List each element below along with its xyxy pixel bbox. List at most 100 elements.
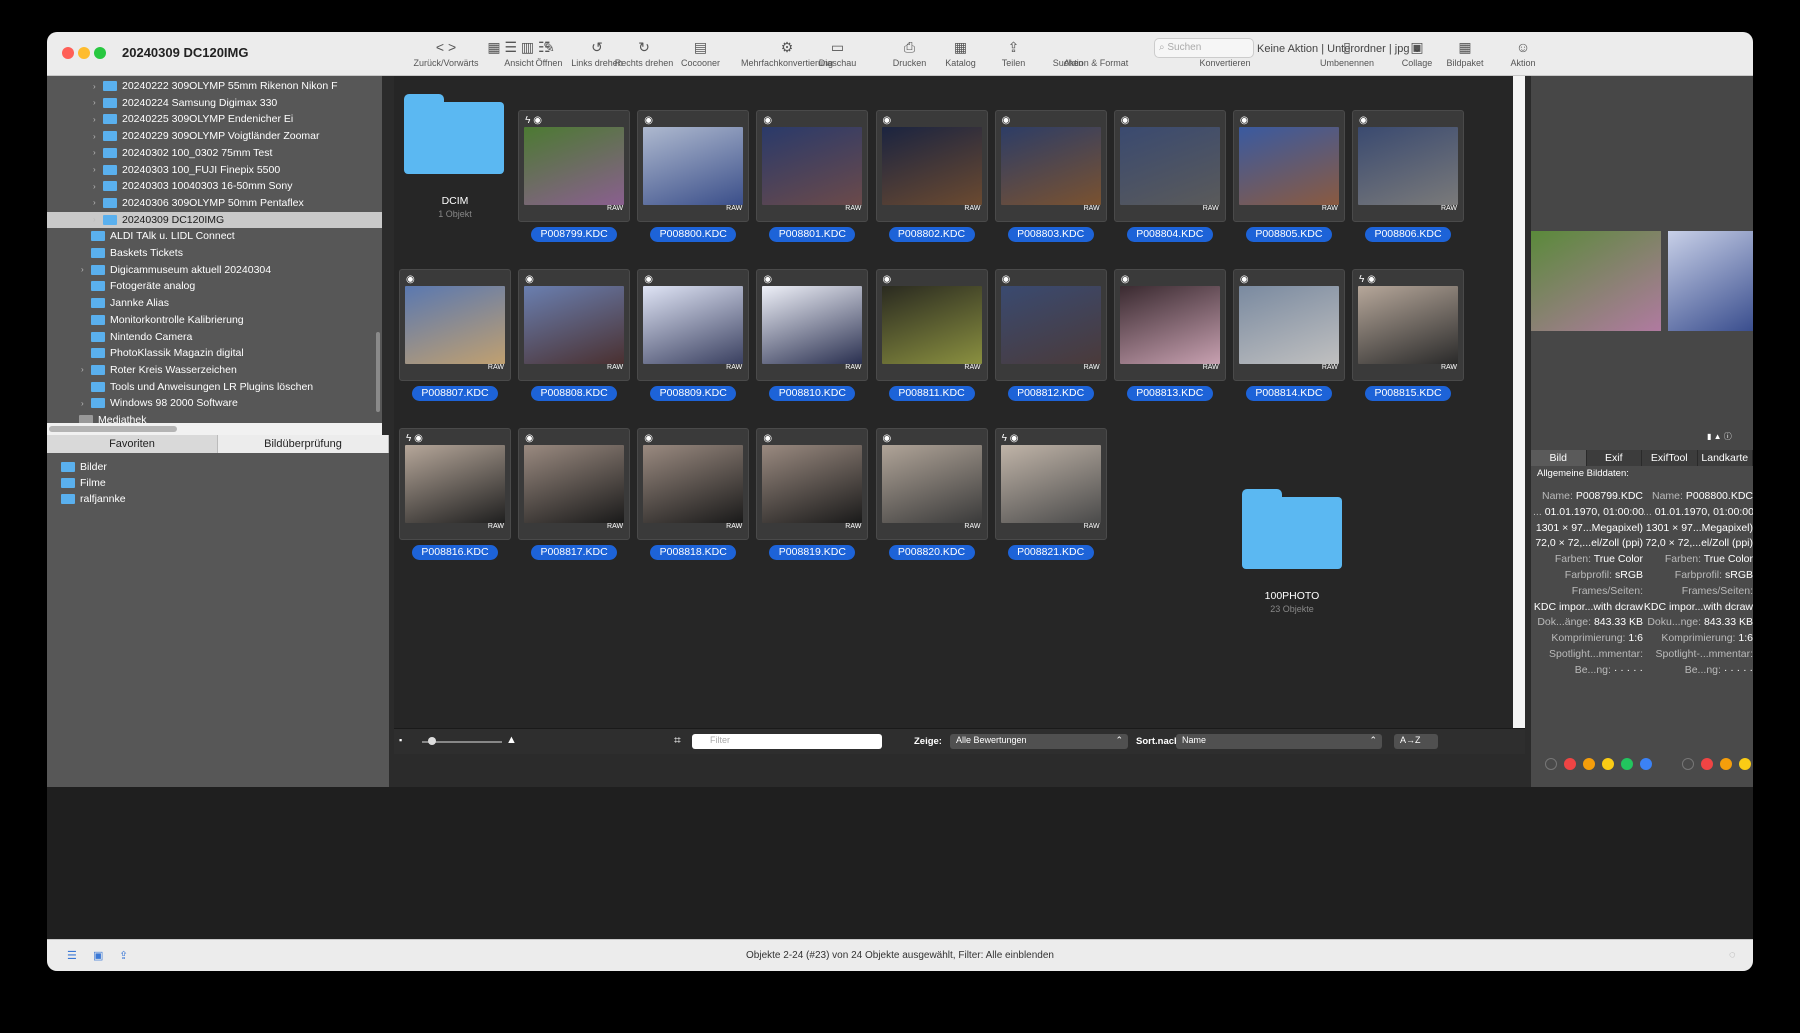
no-label-dot[interactable] <box>1545 758 1557 770</box>
tree-item[interactable]: Nintendo Camera <box>47 329 382 345</box>
chevron-right-icon[interactable]: › <box>93 98 103 107</box>
file-name-label[interactable]: P008820.KDC <box>888 545 975 560</box>
chevron-right-icon[interactable]: › <box>81 399 91 408</box>
chevron-right-icon[interactable]: › <box>93 215 103 224</box>
tab-bild[interactable]: Bild <box>1531 450 1587 466</box>
tab-landkarte[interactable]: Landkarte <box>1698 450 1753 466</box>
image-thumbnail[interactable]: ◉ RAW <box>756 428 869 540</box>
color-label-dot[interactable] <box>1602 758 1614 770</box>
rating-filter-select[interactable]: Alle Bewertungen ⌃ <box>950 734 1128 749</box>
sort-order-select[interactable]: A→Z <box>1394 734 1438 749</box>
tab-favoriten[interactable]: Favoriten <box>47 435 218 453</box>
folder-100photo[interactable] <box>1242 489 1342 569</box>
tree-item[interactable]: Mediathek <box>47 412 382 423</box>
favorite-item-bilder[interactable]: Bilder <box>61 461 107 473</box>
tree-item[interactable]: › 20240303 100_FUJI Finepix 5500 <box>47 162 382 178</box>
image-thumbnail[interactable]: ◉ RAW <box>875 428 988 540</box>
file-name-label[interactable]: P008805.KDC <box>1245 227 1332 242</box>
image-thumbnail[interactable]: ◉ RAW <box>1113 269 1226 381</box>
color-label-dot[interactable] <box>1720 758 1732 770</box>
file-name-label[interactable]: P008802.KDC <box>888 227 975 242</box>
chevron-right-icon[interactable]: › <box>93 115 103 124</box>
image-thumbnail[interactable]: ◉ RAW <box>637 269 750 381</box>
toolbar-item-17[interactable]: ☺ Aktion <box>1503 36 1543 74</box>
thumbnail-grid[interactable]: DCIM 1 Objekt 100PHOTO 23 Objekte ϟ ◉ RAW… <box>394 76 1513 728</box>
chevron-right-icon[interactable]: › <box>93 182 103 191</box>
file-name-label[interactable]: P008813.KDC <box>1126 386 1213 401</box>
file-name-label[interactable]: P008812.KDC <box>1007 386 1094 401</box>
action-format-select[interactable]: Keine Aktion | Unterordner | jpg ⌄ <box>1257 42 1422 55</box>
image-thumbnail[interactable]: ϟ ◉ RAW <box>1352 269 1465 381</box>
toolbar-item-7[interactable]: ▭ Diaschau <box>815 36 860 74</box>
tree-item[interactable]: ALDI TAlk u. LIDL Connect <box>47 228 382 244</box>
file-name-label[interactable]: P008810.KDC <box>769 386 856 401</box>
file-name-label[interactable]: P008800.KDC <box>650 227 737 242</box>
tree-item[interactable]: › 20240309 DC120IMG <box>47 211 382 228</box>
tree-item[interactable]: › 20240225 309OLYMP Endenicher Ei <box>47 111 382 127</box>
color-label-dot[interactable] <box>1621 758 1633 770</box>
image-thumbnail[interactable]: ◉ RAW <box>1232 269 1345 381</box>
tree-item[interactable]: › Windows 98 2000 Software <box>47 395 382 411</box>
toolbar-item-5[interactable]: ▤ Cocooner <box>673 36 728 74</box>
file-name-label[interactable]: P008816.KDC <box>412 545 498 560</box>
color-label-dot[interactable] <box>1739 758 1751 770</box>
tree-horizontal-scrollbar[interactable] <box>47 423 382 435</box>
file-name-label[interactable]: P008815.KDC <box>1365 386 1452 401</box>
folder-tree[interactable]: › 20240222 309OLYMP 55mm Rikenon Nikon F ›… <box>47 76 382 423</box>
file-name-label[interactable]: P008818.KDC <box>650 545 737 560</box>
file-name-label[interactable]: P008807.KDC <box>412 386 498 401</box>
folder-dcim[interactable] <box>404 94 504 174</box>
chevron-right-icon[interactable]: › <box>93 148 103 157</box>
image-thumbnail[interactable]: ◉ RAW <box>875 269 988 381</box>
preview-image-1[interactable] <box>1531 231 1661 331</box>
file-name-label[interactable]: P008801.KDC <box>769 227 856 242</box>
tree-item[interactable]: Baskets Tickets <box>47 245 382 261</box>
slider-knob[interactable] <box>428 737 436 745</box>
grid-scrollbar[interactable] <box>1513 76 1525 728</box>
file-name-label[interactable]: P008817.KDC <box>531 545 618 560</box>
minimize-window-button[interactable] <box>78 47 90 59</box>
filter-input[interactable]: Filter <box>692 734 882 749</box>
image-thumbnail[interactable]: ϟ ◉ RAW <box>399 428 511 540</box>
color-labels-2[interactable] <box>1682 758 1753 770</box>
chevron-right-icon[interactable]: › <box>93 82 103 91</box>
activity-icon[interactable]: ◌ <box>1729 949 1736 961</box>
image-thumbnail[interactable]: ◉ RAW <box>518 269 631 381</box>
color-label-dot[interactable] <box>1564 758 1576 770</box>
tree-item[interactable]: › 20240306 309OLYMP 50mm Pentaflex <box>47 195 382 211</box>
toolbar-item-8[interactable]: ⎙ Drucken <box>887 36 932 74</box>
image-thumbnail[interactable]: ◉ RAW <box>399 269 511 381</box>
toolbar-item-0[interactable]: < > Zurück/Vorwärts <box>410 36 482 74</box>
color-label-dot[interactable] <box>1701 758 1713 770</box>
tree-scrollbar[interactable] <box>376 332 380 412</box>
no-label-dot[interactable] <box>1682 758 1694 770</box>
image-thumbnail[interactable]: ◉ RAW <box>1232 110 1345 222</box>
color-label-dot[interactable] <box>1583 758 1595 770</box>
toolbar-item-10[interactable]: ⇪ Teilen <box>996 36 1031 74</box>
tree-item[interactable]: › Roter Kreis Wasserzeichen <box>47 362 382 378</box>
tree-item[interactable]: › 20240222 309OLYMP 55mm Rikenon Nikon F <box>47 78 382 94</box>
file-name-label[interactable]: P008799.KDC <box>531 227 618 242</box>
image-thumbnail[interactable]: ◉ RAW <box>1352 110 1465 222</box>
image-thumbnail[interactable]: ◉ RAW <box>1113 110 1226 222</box>
image-thumbnail[interactable]: ◉ RAW <box>518 428 631 540</box>
tree-item[interactable]: › Digicammuseum aktuell 20240304 <box>47 262 382 278</box>
file-name-label[interactable]: P008806.KDC <box>1365 227 1452 242</box>
image-thumbnail[interactable]: ◉ RAW <box>994 110 1107 222</box>
file-name-label[interactable]: P008819.KDC <box>769 545 856 560</box>
tree-item[interactable]: › 20240302 100_0302 75mm Test <box>47 145 382 161</box>
tree-item[interactable]: Fotogeräte analog <box>47 278 382 294</box>
toolbar-item-16[interactable]: ▦ Bildpaket <box>1445 36 1485 74</box>
tree-item[interactable]: Tools und Anweisungen LR Plugins löschen <box>47 379 382 395</box>
tree-item[interactable]: › 20240303 10040303 16-50mm Sony <box>47 178 382 194</box>
tree-item[interactable]: › 20240229 309OLYMP Voigtländer Zoomar <box>47 128 382 144</box>
chevron-right-icon[interactable]: › <box>93 165 103 174</box>
image-thumbnail[interactable]: ◉ RAW <box>756 269 869 381</box>
file-name-label[interactable]: P008811.KDC <box>888 386 975 401</box>
file-name-label[interactable]: P008814.KDC <box>1245 386 1332 401</box>
image-thumbnail[interactable]: ◉ RAW <box>994 269 1107 381</box>
search-input[interactable]: ⌕ Suchen <box>1154 38 1254 58</box>
toolbar-item-9[interactable]: ▦ Katalog <box>938 36 983 74</box>
zoom-window-button[interactable] <box>94 47 106 59</box>
color-label-dot[interactable] <box>1640 758 1652 770</box>
